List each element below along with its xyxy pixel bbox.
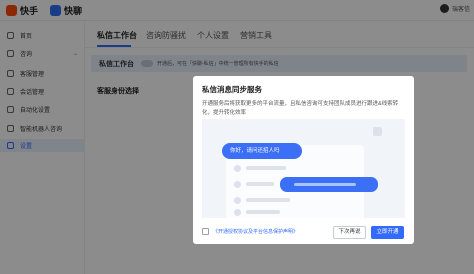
- illustration-avatar: [234, 181, 241, 188]
- later-button[interactable]: 下次再说: [333, 226, 366, 239]
- illustration-avatar: [234, 165, 241, 172]
- illustration-avatar: [234, 197, 241, 204]
- illustration-line: [246, 210, 280, 214]
- agreement-link[interactable]: 《开通授权协议及平台信息保护声明》: [213, 228, 298, 235]
- sync-service-dialog: 私信消息同步服务 开通服务后将获取更多的平台流量，且私信咨询可支持团队成员进行跟…: [193, 76, 414, 244]
- illustration-line: [246, 166, 286, 170]
- chat-bubble: 你好，请问还招人吗: [222, 143, 302, 159]
- dialog-description: 开通服务后将获取更多的平台流量，且私信咨询可支持团队成员进行跟进&线索转化，提升…: [202, 101, 399, 116]
- illustration-square: [373, 127, 382, 136]
- dialog-title: 私信消息同步服务: [202, 85, 262, 94]
- open-now-button[interactable]: 立即开通: [371, 226, 404, 239]
- illustration: 你好，请问还招人吗: [202, 119, 405, 218]
- illustration-avatar: [234, 209, 241, 216]
- illustration-line: [246, 182, 274, 186]
- agreement-checkbox[interactable]: [202, 228, 209, 235]
- illustration-line: [246, 198, 290, 202]
- reply-line: [294, 183, 356, 186]
- reply-bubble: [280, 177, 378, 192]
